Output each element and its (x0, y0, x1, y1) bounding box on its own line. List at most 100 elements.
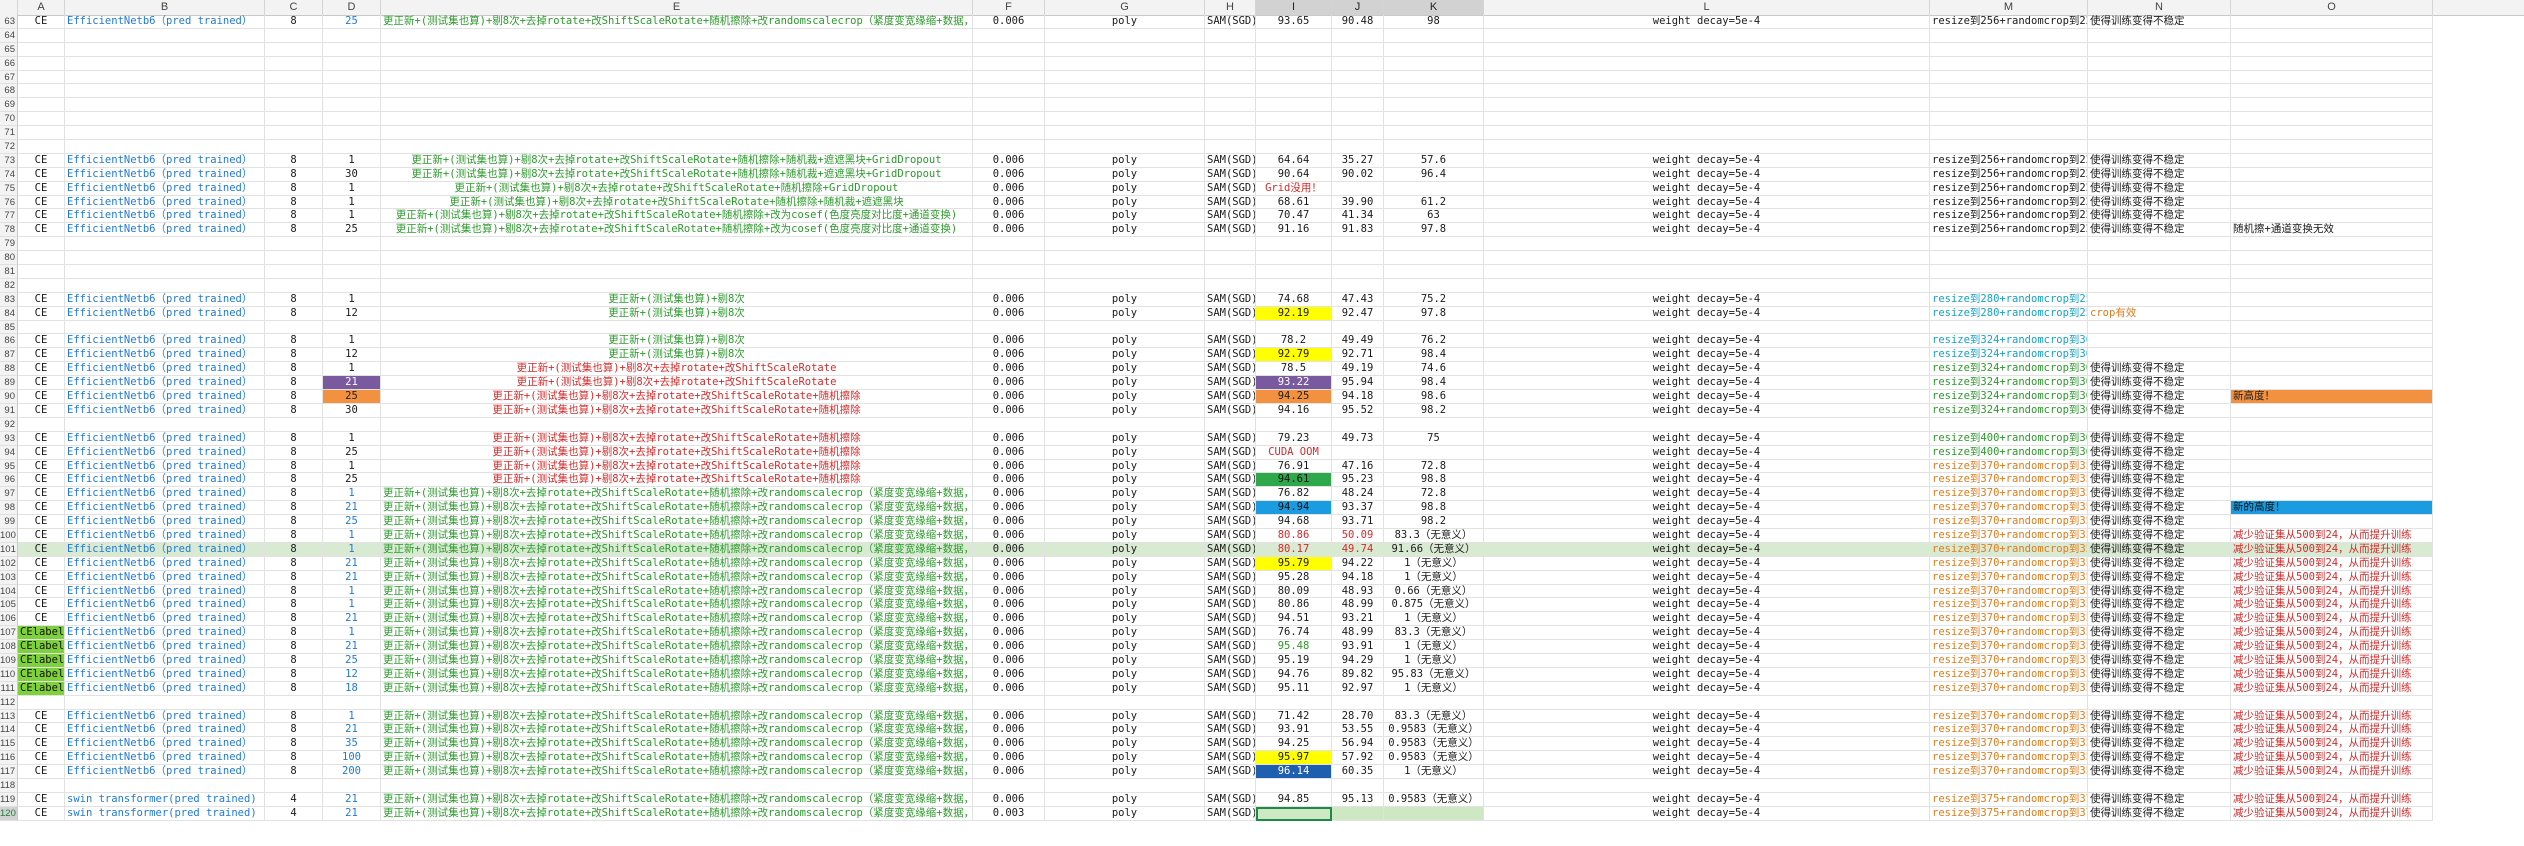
cell-e[interactable]: 更正新+(测试集也算)+剔8次+去掉rotate+改ShiftScaleRota… (381, 765, 973, 779)
cell-j[interactable]: 35.27 (1332, 153, 1384, 168)
cell-l[interactable] (1484, 140, 1930, 154)
cell-n[interactable]: 使得训练变得不稳定 (2088, 612, 2231, 627)
cell-o[interactable]: 减少验证集从500到24，从而提升训练 (2231, 598, 2433, 613)
cell-m[interactable]: resize到370+randomcrop到350 (1930, 473, 2088, 488)
cell-c[interactable] (265, 42, 323, 57)
cell-d[interactable] (323, 84, 381, 99)
cell-f[interactable]: 0.006 (973, 542, 1045, 557)
cell-k[interactable] (1384, 181, 1484, 196)
cell-b[interactable] (65, 98, 265, 113)
cell-i[interactable]: 95.79 (1256, 556, 1332, 571)
cell-f[interactable]: 0.006 (973, 709, 1045, 724)
cell-c[interactable]: 8 (265, 556, 323, 571)
cell-k[interactable]: 1（无意义） (1384, 653, 1484, 668)
cell-o[interactable]: 随机擦+通道变换无效 (2231, 223, 2433, 238)
cell-o[interactable] (2231, 28, 2433, 43)
cell-c[interactable]: 8 (265, 612, 323, 627)
cell-e[interactable] (381, 112, 973, 127)
cell-g[interactable]: poly (1045, 362, 1205, 377)
cell-j[interactable] (1332, 140, 1384, 154)
cell-k[interactable]: 83.3（无意义） (1384, 709, 1484, 724)
cell-a[interactable] (18, 320, 65, 335)
cell-d[interactable]: 21 (323, 806, 381, 821)
cell-n[interactable]: 使得训练变得不稳定 (2088, 459, 2231, 474)
cell-b[interactable] (65, 84, 265, 99)
cell-l[interactable]: weight decay=5e-4 (1484, 459, 1930, 474)
cell-n[interactable]: 使得训练变得不稳定 (2088, 709, 2231, 724)
cell-l[interactable]: weight decay=5e-4 (1484, 515, 1930, 529)
cell-c[interactable] (265, 320, 323, 335)
cell-a[interactable]: CElabelsmooth (18, 626, 65, 641)
cell-k[interactable]: 57.6 (1384, 153, 1484, 168)
cell-j[interactable] (1332, 70, 1384, 85)
cell-g[interactable]: poly (1045, 765, 1205, 779)
cell-l[interactable]: weight decay=5e-4 (1484, 181, 1930, 196)
cell-l[interactable] (1484, 417, 1930, 432)
cell-e[interactable]: 更正新+(测试集也算)+剔8次+去掉rotate+改ShiftScaleRota… (381, 653, 973, 668)
cell-h[interactable]: SAM(SGD) (1205, 195, 1256, 210)
cell-a[interactable] (18, 42, 65, 57)
cell-e[interactable]: 更正新+(测试集也算)+剔8次+去掉rotate+改ShiftScaleRota… (381, 15, 973, 29)
cell-m[interactable]: resize到370+randomcrop到350 (1930, 667, 2088, 682)
cell-l[interactable]: weight decay=5e-4 (1484, 195, 1930, 210)
cell-e[interactable]: 更正新+(测试集也算)+剔8次+去掉rotate+改ShiftScaleRota… (381, 542, 973, 557)
cell-a[interactable] (18, 112, 65, 127)
cell-i[interactable] (1256, 237, 1332, 252)
cell-a[interactable]: CElabelsmooth (18, 667, 65, 682)
cell-f[interactable]: 0.006 (973, 501, 1045, 516)
row-header[interactable]: 113 (0, 709, 18, 724)
cell-k[interactable]: 98.4 (1384, 348, 1484, 363)
cell-b[interactable]: EfficientNetb6（pred trained） (65, 640, 265, 654)
cell-d[interactable]: 21 (323, 723, 381, 738)
cell-e[interactable]: 更正新+(测试集也算)+剔8次+去掉rotate+改ShiftScaleRota… (381, 709, 973, 724)
cell-d[interactable]: 1 (323, 181, 381, 196)
select-all-corner[interactable] (0, 0, 18, 15)
cell-n[interactable]: 使得训练变得不稳定 (2088, 765, 2231, 779)
cell-b[interactable] (65, 695, 265, 710)
cell-j[interactable]: 95.94 (1332, 376, 1384, 391)
cell-h[interactable] (1205, 42, 1256, 57)
cell-f[interactable] (973, 112, 1045, 127)
cell-o[interactable] (2231, 473, 2433, 488)
cell-h[interactable]: SAM(SGD) (1205, 348, 1256, 363)
cell-g[interactable] (1045, 778, 1205, 793)
cell-a[interactable]: CE (18, 431, 65, 446)
cell-g[interactable] (1045, 126, 1205, 141)
cell-a[interactable]: CE (18, 806, 65, 821)
cell-d[interactable]: 25 (323, 515, 381, 529)
cell-c[interactable] (265, 84, 323, 99)
cell-l[interactable] (1484, 42, 1930, 57)
cell-g[interactable]: poly (1045, 598, 1205, 613)
cell-c[interactable] (265, 278, 323, 293)
row-header[interactable]: 110 (0, 667, 18, 682)
cell-h[interactable]: SAM(SGD) (1205, 153, 1256, 168)
cell-m[interactable]: resize到280+randomcrop到256 (1930, 292, 2088, 307)
cell-o[interactable] (2231, 487, 2433, 502)
cell-j[interactable]: 48.93 (1332, 584, 1384, 599)
cell-i[interactable]: 70.47 (1256, 209, 1332, 224)
cell-j[interactable] (1332, 181, 1384, 196)
row-header[interactable]: 82 (0, 278, 18, 293)
cell-i[interactable]: 71.42 (1256, 709, 1332, 724)
cell-n[interactable]: crop有效 (2088, 306, 2231, 321)
cell-j[interactable] (1332, 778, 1384, 793)
cell-k[interactable]: 0.9583（无意义） (1384, 737, 1484, 752)
cell-n[interactable]: 使得训练变得不稳定 (2088, 195, 2231, 210)
cell-a[interactable]: CE (18, 570, 65, 585)
cell-m[interactable] (1930, 695, 2088, 710)
cell-n[interactable]: 使得训练变得不稳定 (2088, 376, 2231, 391)
cell-b[interactable] (65, 28, 265, 43)
cell-c[interactable] (265, 70, 323, 85)
cell-l[interactable]: weight decay=5e-4 (1484, 292, 1930, 307)
cell-b[interactable]: EfficientNetb6（pred trained） (65, 431, 265, 446)
cell-d[interactable]: 21 (323, 556, 381, 571)
cell-n[interactable]: 使得训练变得不稳定 (2088, 542, 2231, 557)
cell-d[interactable]: 18 (323, 681, 381, 696)
cell-k[interactable]: 1（无意义） (1384, 556, 1484, 571)
cell-l[interactable]: weight decay=5e-4 (1484, 542, 1930, 557)
cell-k[interactable] (1384, 265, 1484, 279)
row-header[interactable]: 76 (0, 195, 18, 210)
cell-o[interactable]: 减少验证集从500到24，从而提升训练 (2231, 626, 2433, 641)
cell-i[interactable] (1256, 278, 1332, 293)
cell-n[interactable]: 使得训练变得不稳定 (2088, 653, 2231, 668)
